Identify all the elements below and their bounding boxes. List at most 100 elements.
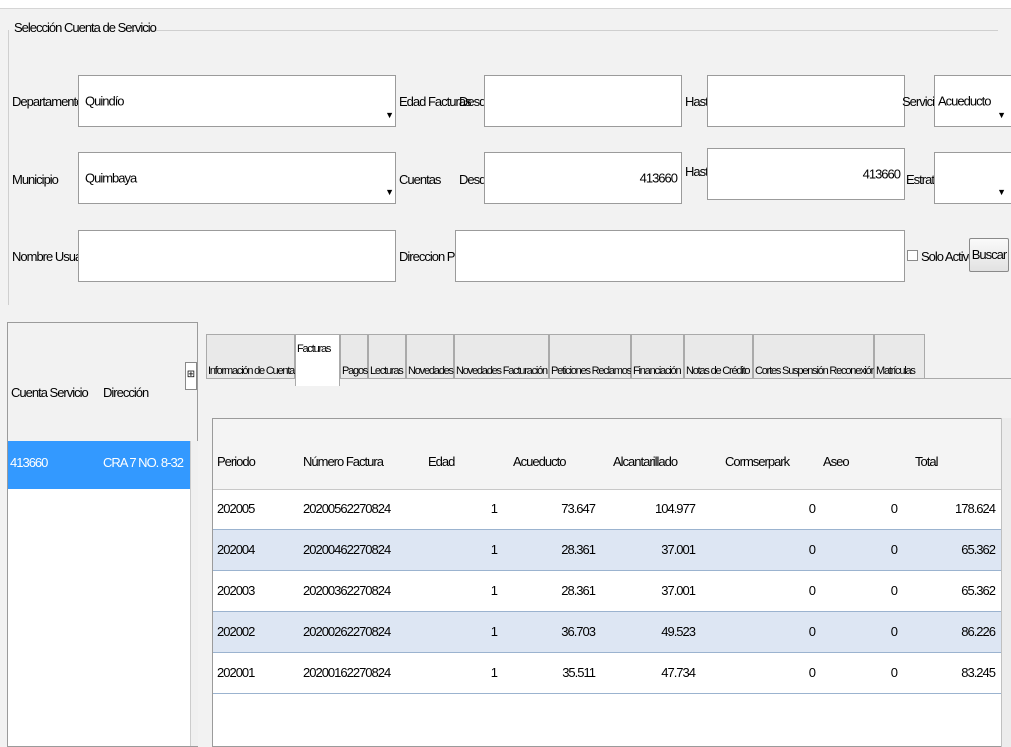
chevron-down-icon: ▼	[385, 187, 394, 197]
cell-periodo: 202001	[217, 665, 255, 680]
group-title: Selección Cuenta de Servicio	[14, 20, 157, 35]
cell-periodo: 202004	[217, 542, 255, 557]
table-row[interactable]: 202005 20200562270824 1 73.647 104.977 0…	[213, 489, 1003, 530]
cuentas-hasta-value: 413660	[862, 166, 901, 182]
table-row[interactable]: 202001 20200162270824 1 35.511 47.734 0 …	[213, 653, 1003, 694]
cell-acueducto: 28.361	[561, 583, 596, 598]
cell-alcantarillado: 37.001	[661, 583, 696, 598]
cell-numero: 20200362270824	[303, 583, 391, 598]
tab-peticiones-reclamos[interactable]: Peticiones Reclamos	[549, 334, 632, 379]
account-row[interactable]: 413660 CRA 7 NO. 8-32	[8, 441, 190, 489]
cell-numero: 20200462270824	[303, 542, 391, 557]
account-cuenta: 413660	[10, 455, 48, 470]
cell-total: 86.226	[961, 624, 996, 639]
cell-edad: 1	[490, 624, 498, 639]
cell-total: 65.362	[961, 583, 996, 598]
col-aseo[interactable]: Aseo	[823, 454, 850, 469]
cell-cormserpark: 0	[808, 665, 816, 680]
cell-alcantarillado: 37.001	[661, 542, 696, 557]
cell-aseo: 0	[890, 542, 898, 557]
cuentas-desde-input[interactable]: 413660	[484, 152, 682, 204]
cuentas-hasta-input[interactable]: 413660	[707, 148, 905, 200]
chevron-down-icon: ▼	[385, 110, 394, 120]
table-scrollbar[interactable]	[1001, 418, 1011, 747]
cell-aseo: 0	[890, 501, 898, 516]
tab-pagos[interactable]: Pagos	[340, 334, 368, 379]
tab-novedades-facturacion[interactable]: Novedades Facturación	[454, 334, 549, 379]
departamento-select[interactable]: Quindío ▼	[78, 75, 396, 127]
cell-aseo: 0	[890, 624, 898, 639]
cell-edad: 1	[490, 501, 498, 516]
tab-financiacion[interactable]: Financiación	[631, 334, 684, 379]
pin-icon[interactable]: ⊞	[185, 362, 197, 390]
col-alcantarillado[interactable]: Alcantarillado	[613, 454, 678, 469]
cell-cormserpark: 0	[808, 501, 816, 516]
accounts-scrollbar[interactable]	[190, 441, 198, 746]
edad-desde-input[interactable]	[484, 75, 682, 127]
nombre-usuario-input[interactable]	[78, 230, 396, 282]
municipio-select[interactable]: Quimbaya ▼	[78, 152, 396, 204]
departamento-value: Quindío	[85, 93, 125, 109]
direccion-input[interactable]	[455, 230, 905, 282]
tab-cortes[interactable]: Cortes Suspensión Reconexión	[753, 334, 877, 379]
cell-acueducto: 73.647	[561, 501, 596, 516]
servicio-select[interactable]: Acueducto ▼	[934, 75, 1011, 127]
cell-acueducto: 35.511	[562, 665, 596, 680]
cell-cormserpark: 0	[808, 624, 816, 639]
group-border-left	[8, 30, 9, 305]
col-cormserpark[interactable]: Cormserpark	[725, 454, 790, 469]
cell-numero: 20200262270824	[303, 624, 391, 639]
servicio-value: Acueducto	[938, 93, 991, 109]
col-cuenta-servicio[interactable]: Cuenta Servicio	[11, 385, 89, 400]
cell-edad: 1	[490, 583, 498, 598]
municipio-label: Municipio	[12, 172, 59, 187]
solo-activos-checkbox[interactable]	[907, 250, 918, 261]
chevron-down-icon: ▼	[997, 110, 1006, 120]
accounts-list-header: Cuenta Servicio Dirección	[8, 323, 197, 442]
cell-periodo: 202002	[217, 624, 255, 639]
cell-edad: 1	[490, 542, 498, 557]
group-border-top	[130, 30, 998, 31]
cell-total: 83.245	[961, 665, 996, 680]
municipio-value: Quimbaya	[85, 170, 137, 186]
col-numero-factura[interactable]: Número Factura	[303, 454, 384, 469]
chevron-down-icon: ▼	[997, 187, 1006, 197]
cell-numero: 20200562270824	[303, 501, 391, 516]
cell-acueducto: 36.703	[561, 624, 596, 639]
col-direccion[interactable]: Dirección	[103, 385, 149, 400]
cell-periodo: 202003	[217, 583, 255, 598]
table-row[interactable]: 202004 20200462270824 1 28.361 37.001 0 …	[213, 530, 1003, 571]
cell-alcantarillado: 104.977	[655, 501, 696, 516]
cell-total: 178.624	[955, 501, 996, 516]
col-acueducto[interactable]: Acueducto	[513, 454, 566, 469]
accounts-list: Cuenta Servicio Dirección 413660 CRA 7 N…	[7, 322, 198, 747]
tab-informacion-cuenta[interactable]: Información de Cuenta	[206, 334, 295, 379]
account-direccion: CRA 7 NO. 8-32	[103, 455, 184, 470]
table-row[interactable]: 202003 20200362270824 1 28.361 37.001 0 …	[213, 571, 1003, 612]
buscar-button[interactable]: Buscar	[969, 238, 1009, 272]
tab-notas-credito[interactable]: Notas de Crédito	[684, 334, 753, 379]
col-periodo[interactable]: Periodo	[217, 454, 256, 469]
cell-alcantarillado: 49.523	[661, 624, 696, 639]
cuentas-label: Cuentas	[399, 172, 441, 187]
col-edad[interactable]: Edad	[428, 454, 455, 469]
table-row[interactable]: 202002 20200262270824 1 36.703 49.523 0 …	[213, 612, 1003, 653]
table-header: Periodo Número Factura Edad Acueducto Al…	[213, 419, 1003, 490]
tab-facturas[interactable]: Facturas	[295, 334, 340, 386]
cell-aseo: 0	[890, 583, 898, 598]
col-total[interactable]: Total	[915, 454, 938, 469]
cell-total: 65.362	[961, 542, 996, 557]
cell-numero: 20200162270824	[303, 665, 391, 680]
invoices-table: Periodo Número Factura Edad Acueducto Al…	[212, 418, 1004, 747]
tab-novedades[interactable]: Novedades	[406, 334, 454, 379]
cell-aseo: 0	[890, 665, 898, 680]
cuentas-desde-value: 413660	[639, 170, 678, 186]
tab-lecturas[interactable]: Lecturas	[368, 334, 406, 379]
cell-alcantarillado: 47.734	[661, 665, 696, 680]
tab-matriculas[interactable]: Matrículas	[874, 334, 925, 379]
estrato-select[interactable]: ▼	[934, 152, 1011, 204]
edad-hasta-input[interactable]	[707, 75, 905, 127]
cell-edad: 1	[490, 665, 498, 680]
cell-periodo: 202005	[217, 501, 255, 516]
cell-cormserpark: 0	[808, 542, 816, 557]
